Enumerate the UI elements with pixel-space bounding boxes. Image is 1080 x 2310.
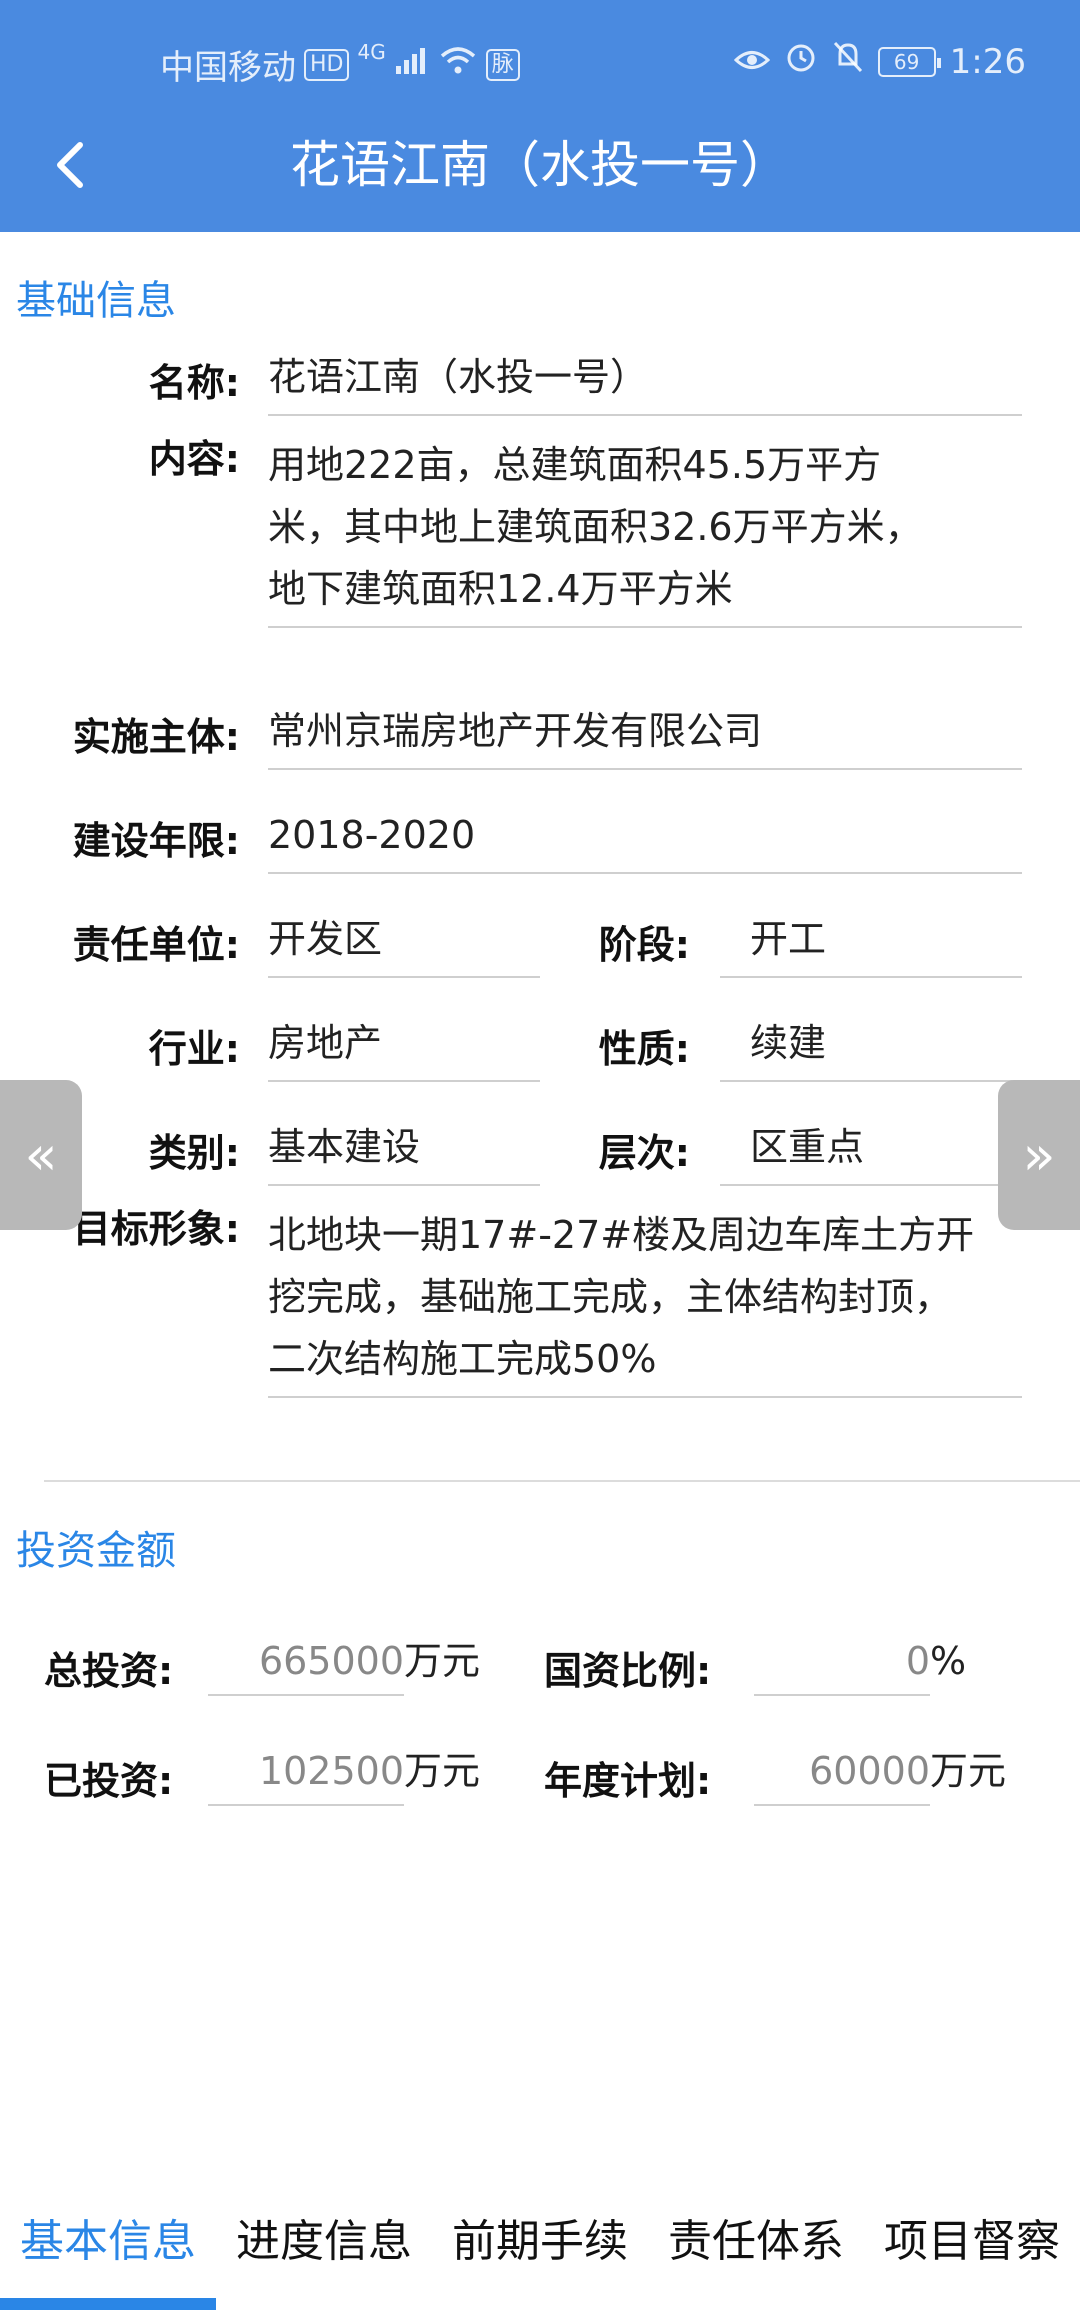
status-bar-right: 69 1:26	[733, 40, 1026, 83]
tab-preliminary-procedures[interactable]: 前期手续	[432, 2200, 648, 2310]
network-type: 4G	[357, 40, 386, 64]
industry-value: 房地产	[268, 1012, 540, 1082]
status-bar: 中国移动 HD 4G 脉 69 1:26	[0, 0, 1080, 120]
tab-responsibility-system[interactable]: 责任体系	[648, 2200, 864, 2310]
level-value: 区重点	[720, 1116, 1022, 1186]
implementer-label: 实施主体:	[72, 715, 240, 759]
section-divider	[44, 1480, 1080, 1482]
eye-icon	[733, 42, 770, 82]
clock-time: 1:26	[949, 41, 1026, 82]
active-tab-indicator	[0, 2298, 216, 2310]
invested-field[interactable]: 102500	[208, 1740, 404, 1806]
total-investment-field[interactable]: 665000	[208, 1630, 404, 1696]
state-ratio-field[interactable]: 0	[754, 1630, 930, 1696]
content-value: 用地222亩，总建筑面积45.5万平方米，其中地上建筑面积32.6万平方米，地下…	[268, 434, 1022, 628]
page-title: 花语江南（水投一号）	[290, 136, 790, 194]
prev-project-button[interactable]: «	[0, 1080, 82, 1230]
hd-badge: HD	[304, 48, 350, 81]
tab-progress-info[interactable]: 进度信息	[216, 2200, 432, 2310]
tab-project-supervision[interactable]: 项目督察	[864, 2200, 1080, 2310]
tab-basic-info[interactable]: 基本信息	[0, 2200, 216, 2310]
responsible-unit-label: 责任单位:	[72, 923, 240, 967]
state-ratio-label: 国资比例:	[544, 1649, 712, 1693]
period-label: 建设年限:	[72, 819, 240, 863]
next-project-button[interactable]: »	[998, 1080, 1080, 1230]
carrier-name: 中国移动	[160, 48, 296, 88]
stage-label: 阶段:	[598, 923, 690, 967]
status-bar-left: 中国移动 HD 4G 脉	[160, 40, 520, 89]
target-value: 北地块一期17#-27#楼及周边车库土方开挖完成，基础施工完成，主体结构封顶，二…	[268, 1204, 1022, 1398]
section-title-basic-info: 基础信息	[16, 278, 176, 324]
level-label: 层次:	[598, 1131, 690, 1175]
stage-value: 开工	[720, 908, 1022, 978]
section-title-investment: 投资金额	[16, 1528, 176, 1574]
battery-icon: 69	[877, 46, 941, 77]
nature-label: 性质:	[598, 1027, 690, 1071]
app-bar: 中国移动 HD 4G 脉 69 1:26 花语江南（水投一号）	[0, 0, 1080, 232]
wifi-icon	[438, 45, 478, 85]
total-investment-unit: 万元	[404, 1639, 481, 1683]
bottom-tab-bar: 基本信息 进度信息 前期手续 责任体系 项目督察	[0, 2200, 1080, 2310]
app-notification-badge: 脉	[485, 48, 520, 81]
responsible-unit-value: 开发区	[268, 908, 540, 978]
annual-plan-label: 年度计划:	[544, 1759, 712, 1803]
signal-icon	[394, 45, 430, 85]
mute-bell-icon	[832, 40, 864, 83]
invested-unit: 万元	[404, 1749, 481, 1793]
alarm-icon	[784, 40, 818, 83]
state-ratio-unit: %	[930, 1639, 967, 1683]
name-label: 名称:	[148, 361, 240, 405]
content-label: 内容:	[148, 437, 240, 481]
annual-plan-field[interactable]: 60000	[754, 1740, 930, 1806]
period-value: 2018-2020	[268, 804, 1022, 874]
invested-label: 已投资:	[44, 1759, 174, 1803]
nature-value: 续建	[720, 1012, 1022, 1082]
annual-plan-unit: 万元	[930, 1749, 1007, 1793]
category-value: 基本建设	[268, 1116, 540, 1186]
implementer-value: 常州京瑞房地产开发有限公司	[268, 700, 1022, 770]
industry-label: 行业:	[148, 1027, 240, 1071]
total-investment-label: 总投资:	[44, 1649, 174, 1693]
name-value: 花语江南（水投一号）	[268, 346, 1022, 416]
